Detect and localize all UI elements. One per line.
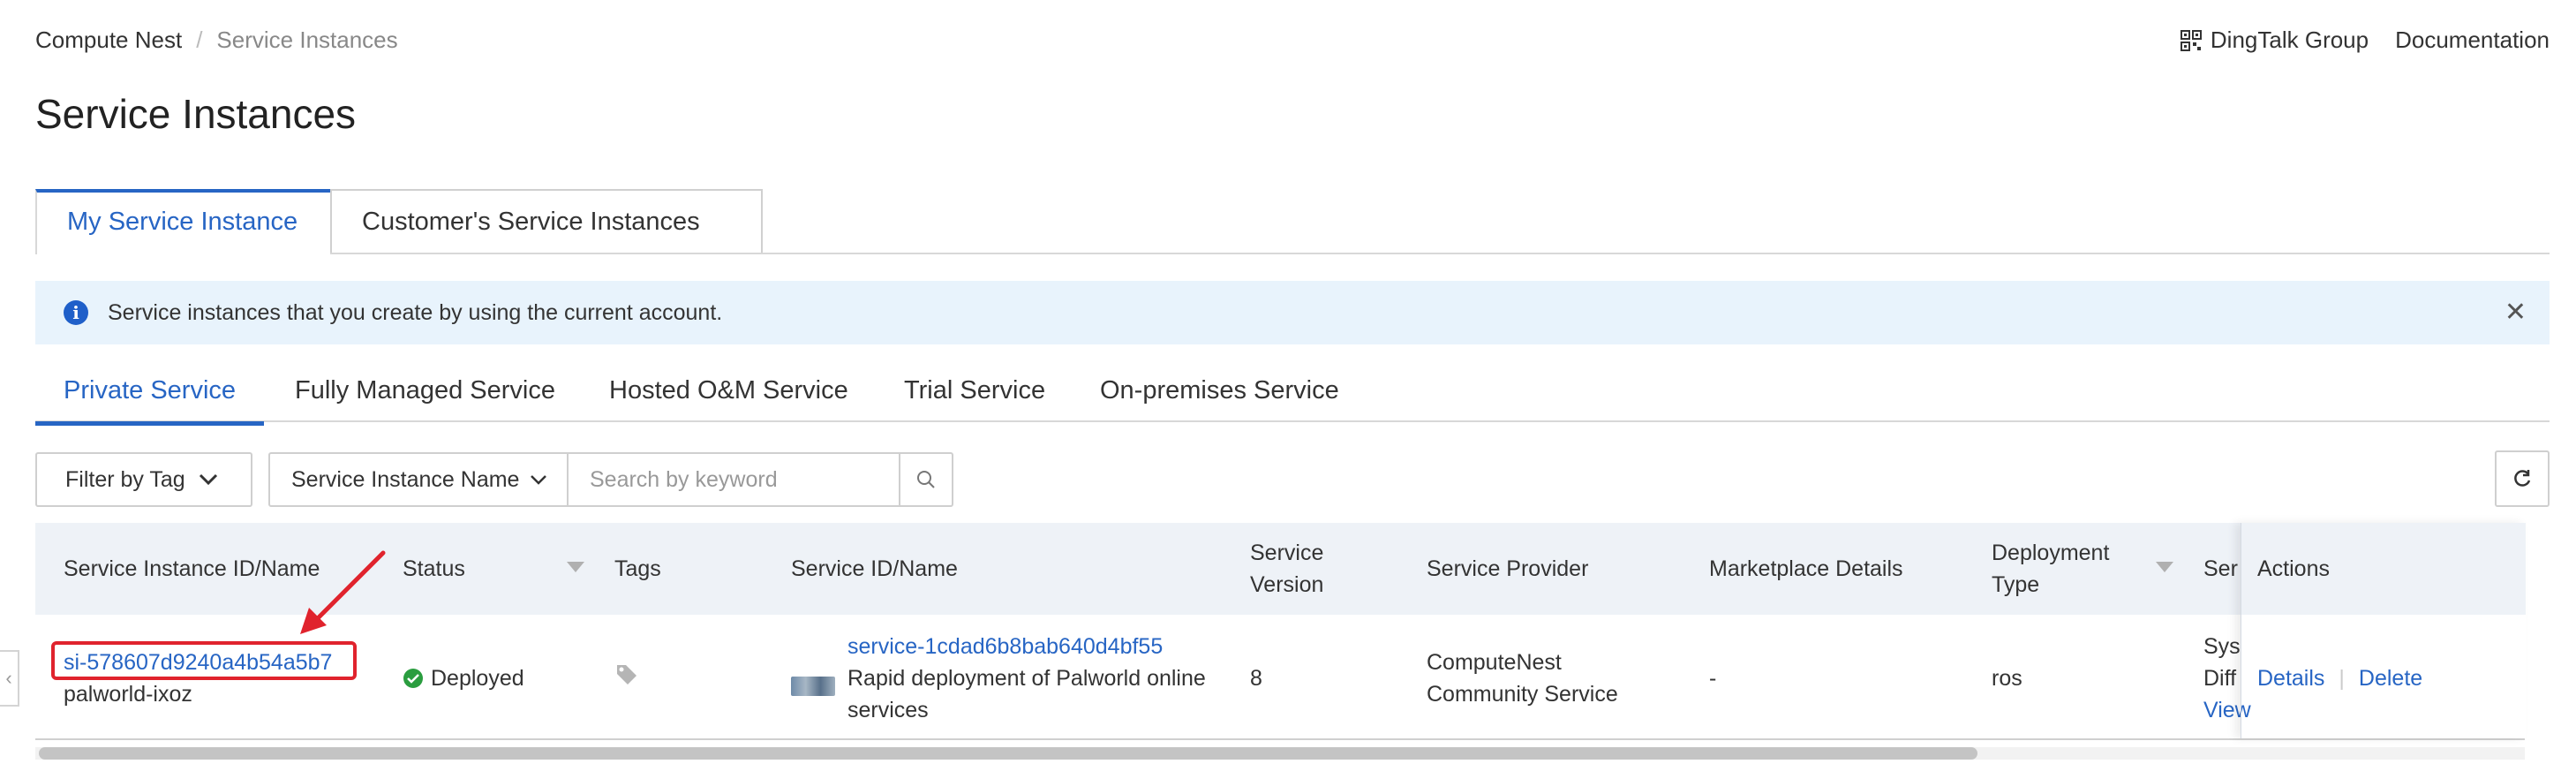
header-tags: Tags xyxy=(614,556,661,581)
search-input[interactable]: Search by keyword xyxy=(567,452,900,507)
refresh-button[interactable] xyxy=(2495,450,2550,507)
actions-cell: Details | Delete xyxy=(2257,662,2422,694)
highlight-box xyxy=(51,641,357,680)
search-field-select[interactable]: Service Instance Name xyxy=(268,452,569,507)
horizontal-scrollbar-thumb[interactable] xyxy=(39,747,1977,760)
header-provider: Service Provider xyxy=(1427,556,1589,581)
header-version: Service Version xyxy=(1250,537,1323,601)
sidebar-expand-handle[interactable]: ‹ xyxy=(0,650,19,707)
tab-trial-service[interactable]: Trial Service xyxy=(904,371,1045,419)
provider-line1: ComputeNest xyxy=(1427,650,1562,675)
details-link[interactable]: Details xyxy=(2257,662,2324,694)
info-banner: i Service instances that you create by u… xyxy=(35,281,2550,344)
filter-by-tag-label: Filter by Tag xyxy=(65,466,185,492)
actions-column: Actions Details | Delete xyxy=(2241,523,2526,738)
breadcrumb-separator: / xyxy=(196,26,203,53)
header-service: Service ID/Name xyxy=(791,556,958,581)
action-divider: | xyxy=(2339,666,2345,691)
tab-customer-service-instances[interactable]: Customer's Service Instances xyxy=(330,189,763,253)
instance-name: palworld-ixoz xyxy=(64,682,192,707)
check-circle-icon xyxy=(403,669,423,688)
version-cell: 8 xyxy=(1250,666,1262,691)
provider-cell: ComputeNest Community Service xyxy=(1427,647,1618,710)
tab-private-service[interactable]: Private Service xyxy=(35,371,265,426)
status-filter-icon[interactable] xyxy=(567,562,584,572)
breadcrumb-root[interactable]: Compute Nest xyxy=(35,26,182,54)
header-truncated: Ser xyxy=(2203,556,2238,581)
refresh-icon xyxy=(2514,470,2531,487)
filter-by-tag-button[interactable]: Filter by Tag xyxy=(35,452,252,507)
status-cell: Deployed xyxy=(403,662,524,694)
service-name-line2: services xyxy=(847,698,929,722)
marketplace-cell: - xyxy=(1709,666,1717,691)
tag-icon xyxy=(617,665,636,684)
header-actions: Actions xyxy=(2257,556,2330,581)
red-arrow-icon xyxy=(300,550,386,634)
qr-code-icon xyxy=(2180,29,2202,51)
header-deployment-line1: Deployment xyxy=(1992,541,2110,565)
provider-line2: Community Service xyxy=(1427,682,1618,707)
header-version-line1: Service xyxy=(1250,541,1324,565)
info-icon: i xyxy=(64,300,88,325)
tab-hosted-om-service[interactable]: Hosted O&M Service xyxy=(609,371,848,419)
header-deployment: Deployment Type xyxy=(1992,537,2109,601)
service-type-tabs: Private Service Fully Managed Service Ho… xyxy=(35,371,2550,426)
search-button[interactable] xyxy=(899,452,953,507)
service-cell: service-1cdad6b8bab640d4bf55 Rapid deplo… xyxy=(847,631,1206,726)
delete-link[interactable]: Delete xyxy=(2359,662,2422,694)
dingtalk-group-label: DingTalk Group xyxy=(2210,26,2369,53)
tab-my-service-instance[interactable]: My Service Instance xyxy=(35,189,332,254)
chevron-down-icon xyxy=(199,473,217,486)
service-name-line1: Rapid deployment of Palworld online xyxy=(847,666,1206,691)
header-status: Status xyxy=(403,556,465,581)
breadcrumb-current: Service Instances xyxy=(216,26,398,53)
header-marketplace: Marketplace Details xyxy=(1709,556,1903,581)
status-text: Deployed xyxy=(431,666,524,691)
documentation-link[interactable]: Documentation xyxy=(2395,26,2550,54)
main-tabs: My Service Instance Customer's Service I… xyxy=(35,189,2550,254)
banner-text: Service instances that you create by usi… xyxy=(108,299,723,325)
search-icon xyxy=(917,471,935,488)
tag-cell[interactable] xyxy=(614,662,639,696)
chevron-left-icon: ‹ xyxy=(5,667,12,689)
tab-on-premises-service[interactable]: On-premises Service xyxy=(1100,371,1339,419)
dingtalk-group-link[interactable]: DingTalk Group xyxy=(2180,26,2369,54)
search-field-label: Service Instance Name xyxy=(291,466,520,492)
header-version-line2: Version xyxy=(1250,572,1324,597)
service-thumbnail xyxy=(791,677,835,696)
tab-fully-managed-service[interactable]: Fully Managed Service xyxy=(295,371,555,419)
breadcrumb: Compute Nest / Service Instances xyxy=(35,26,398,54)
deployment-filter-icon[interactable] xyxy=(2156,562,2173,572)
chevron-down-icon xyxy=(531,475,547,485)
top-links: DingTalk Group Documentation xyxy=(2180,26,2550,54)
header-instance: Service Instance ID/Name xyxy=(64,556,320,581)
deployment-cell: ros xyxy=(1992,666,2022,691)
service-id-link[interactable]: service-1cdad6b8bab640d4bf55 xyxy=(847,631,1206,662)
page-title: Service Instances xyxy=(35,91,357,137)
header-deployment-line2: Type xyxy=(1992,572,2040,597)
close-icon[interactable]: ✕ xyxy=(2504,297,2527,328)
table-row: si-578607d9240a4b54a5b7 palworld-ixoz De… xyxy=(35,615,2525,740)
